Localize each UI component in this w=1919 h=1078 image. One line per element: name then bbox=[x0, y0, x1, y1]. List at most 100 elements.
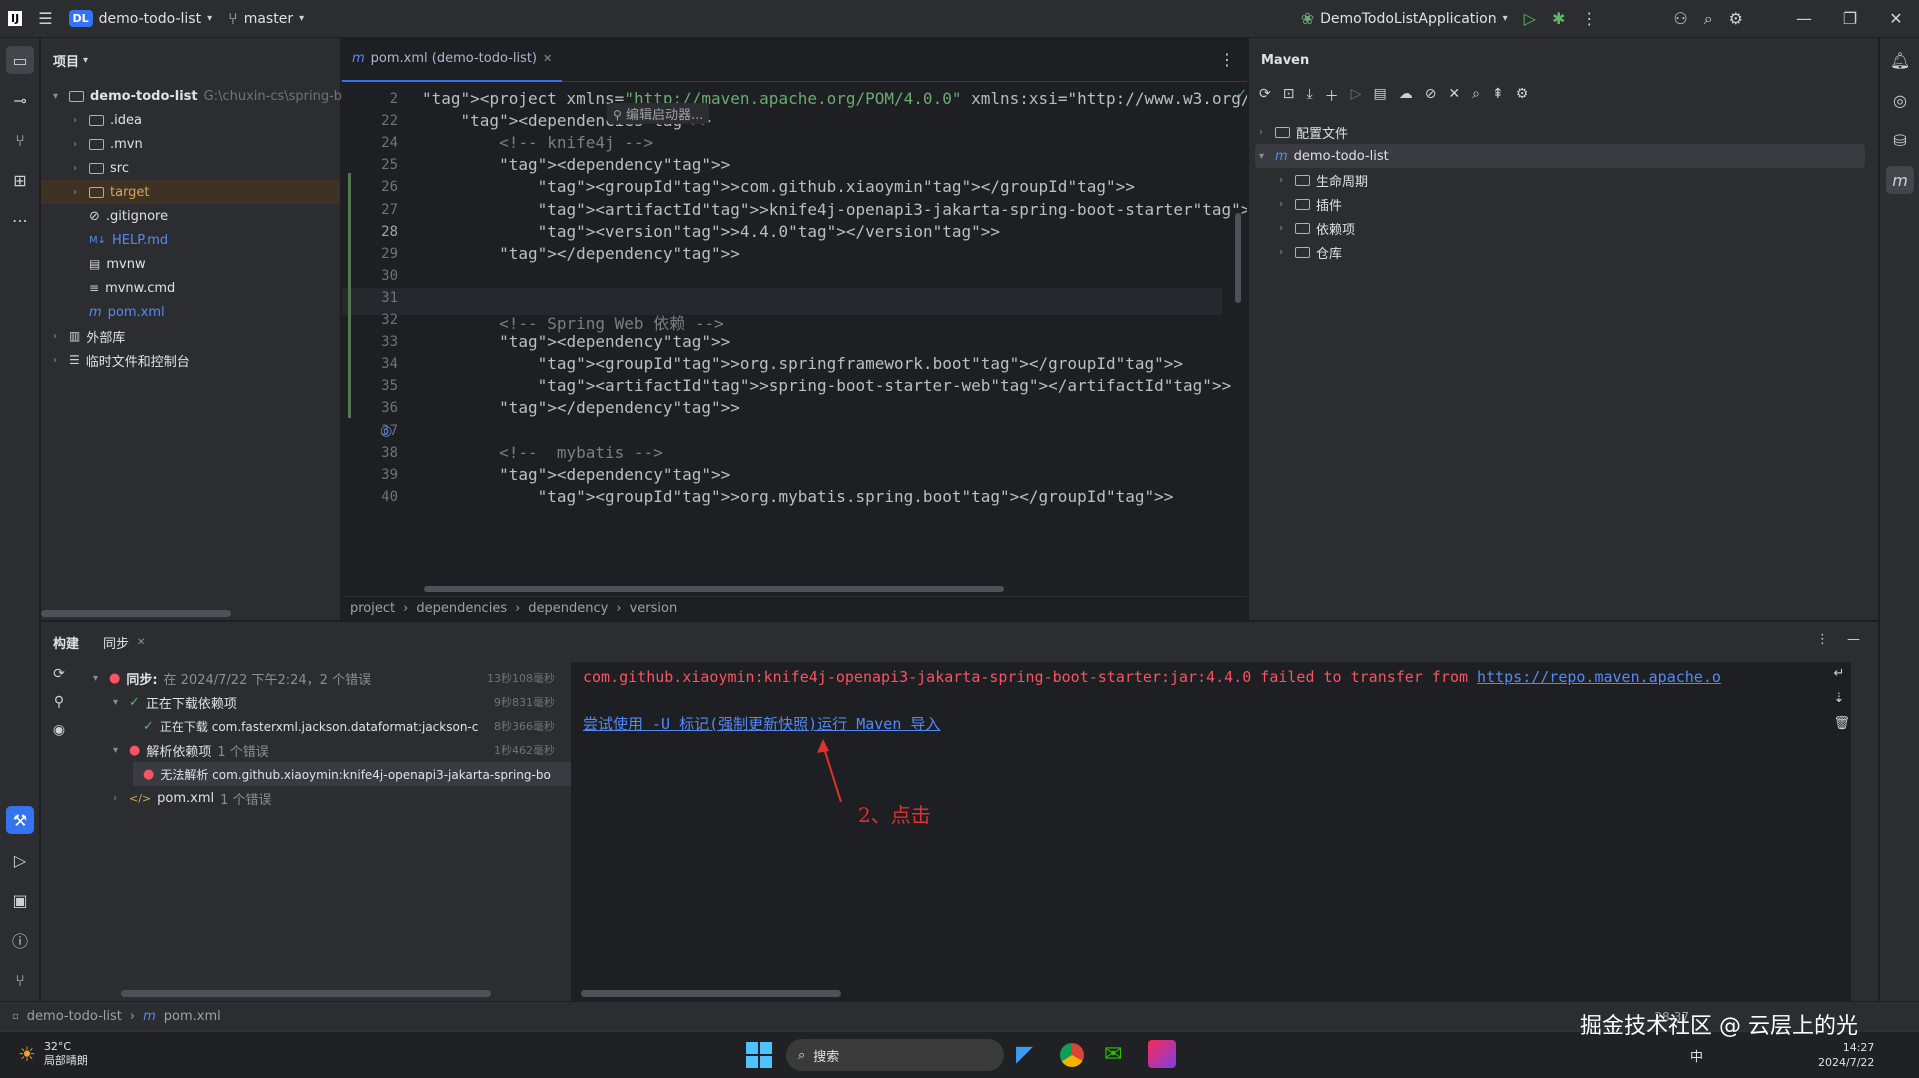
intellij-app-icon[interactable] bbox=[1148, 1040, 1176, 1068]
download-icon[interactable]: ⤓ bbox=[1306, 86, 1312, 106]
line-number[interactable]: 37 bbox=[342, 423, 398, 439]
line-number[interactable]: 36 bbox=[342, 400, 398, 416]
tree-item-external-libraries[interactable]: › ▥ 外部库 bbox=[53, 324, 125, 348]
show-dependencies-icon[interactable]: ⌕ bbox=[1472, 86, 1480, 106]
tree-item-help-md[interactable]: M↓ HELP.md bbox=[89, 228, 168, 252]
tree-item-scratches[interactable]: › ☰ 临时文件和控制台 bbox=[53, 348, 190, 372]
inlay-hint[interactable]: ⚲ 编辑启动器... bbox=[607, 103, 710, 124]
horizontal-scrollbar[interactable] bbox=[581, 990, 841, 997]
offline-mode-icon[interactable]: ☁ bbox=[1399, 86, 1413, 106]
search-everywhere-button[interactable]: ⌕ bbox=[1696, 9, 1721, 29]
app-logo[interactable]: IJ bbox=[0, 11, 30, 26]
maven-tool-icon[interactable]: m bbox=[1886, 166, 1914, 194]
breadcrumb-item[interactable]: version bbox=[630, 601, 678, 616]
build-error-row[interactable]: ● 无法解析 com.github.xiaoymin:knife4j-opena… bbox=[133, 762, 571, 786]
horizontal-scrollbar[interactable] bbox=[41, 610, 231, 617]
status-project[interactable]: demo-todo-list bbox=[27, 1009, 122, 1024]
weather-widget[interactable]: ☀ 32°C 局部晴朗 bbox=[18, 1040, 88, 1068]
vscode-app-icon[interactable]: ◤ bbox=[1016, 1042, 1033, 1067]
tab-sync[interactable]: 同步 ✕ bbox=[103, 633, 145, 652]
pin-icon[interactable]: ⚲ bbox=[54, 694, 64, 710]
console-url-link[interactable]: https://repo.maven.apache.o bbox=[1477, 668, 1721, 686]
build-console[interactable]: com.github.xiaoymin:knife4j-openapi3-jak… bbox=[571, 662, 1851, 1002]
status-file[interactable]: pom.xml bbox=[164, 1009, 221, 1024]
project-selector[interactable]: DL demo-todo-list ▾ bbox=[61, 10, 221, 27]
tab-pom-xml[interactable]: m pom.xml (demo-todo-list) ✕ bbox=[342, 38, 563, 82]
tree-root[interactable]: ▾ demo-todo-list G:\chuxin-cs\spring-b bbox=[53, 84, 342, 108]
maven-settings-icon[interactable]: ⚙ bbox=[1516, 86, 1529, 106]
close-window-button[interactable]: ✕ bbox=[1873, 9, 1919, 28]
line-number[interactable]: 33 bbox=[342, 334, 398, 350]
breadcrumb-item[interactable]: dependency bbox=[528, 601, 608, 616]
tree-item-mvnw[interactable]: ▤ mvnw bbox=[89, 252, 146, 276]
breadcrumb-item[interactable]: dependencies bbox=[416, 601, 507, 616]
minimize-icon[interactable]: — bbox=[1847, 632, 1860, 647]
start-button[interactable] bbox=[746, 1042, 772, 1068]
line-number[interactable]: 27 bbox=[342, 202, 398, 218]
trash-icon[interactable]: 🗑︎ bbox=[1833, 716, 1850, 731]
tree-item-pom-xml[interactable]: m pom.xml bbox=[89, 300, 165, 324]
line-number[interactable]: 22 bbox=[342, 113, 398, 129]
build-download-row[interactable]: ▾ ✓ 正在下载依赖项 9秒831毫秒 bbox=[113, 690, 569, 714]
breadcrumb-item[interactable]: project bbox=[350, 601, 395, 616]
horizontal-scrollbar[interactable] bbox=[121, 990, 491, 997]
main-menu-icon[interactable]: ☰ bbox=[30, 9, 60, 28]
skip-tests-icon[interactable]: ⊘ bbox=[1425, 86, 1437, 106]
scroll-to-end-icon[interactable]: ⇣ bbox=[1833, 691, 1850, 706]
build-tool-icon[interactable]: ⚒ bbox=[6, 806, 34, 834]
line-number[interactable]: 40 bbox=[342, 489, 398, 505]
chrome-app-icon[interactable] bbox=[1060, 1043, 1084, 1067]
problems-tool-icon[interactable]: ⓘ bbox=[6, 926, 34, 954]
console-reimport-link[interactable]: 尝试使用 -U 标记(强制更新快照)运行 Maven 导入 bbox=[583, 713, 940, 734]
horizontal-scrollbar[interactable] bbox=[424, 586, 1004, 592]
settings-button[interactable]: ⚙ bbox=[1721, 9, 1751, 28]
line-number[interactable]: 24 bbox=[342, 135, 398, 151]
soft-wrap-icon[interactable]: ↵ bbox=[1833, 666, 1850, 681]
tab-build[interactable]: 构建 bbox=[53, 633, 79, 652]
line-number[interactable]: 39 bbox=[342, 467, 398, 483]
tree-item-gitignore[interactable]: ⊘ .gitignore bbox=[89, 204, 168, 228]
git-tool-icon[interactable]: ⑂ bbox=[6, 966, 34, 994]
debug-button[interactable]: ✱ bbox=[1544, 9, 1573, 28]
maven-profiles[interactable]: › 配置文件 bbox=[1259, 120, 1348, 144]
commit-tool-icon[interactable]: ⊸ bbox=[6, 86, 34, 114]
maven-repositories[interactable]: › 仓库 bbox=[1279, 240, 1342, 264]
more-vertical-icon[interactable]: ⋮ bbox=[1816, 632, 1829, 647]
input-language[interactable]: 中 bbox=[1690, 1046, 1703, 1065]
database-icon[interactable]: ⛁ bbox=[1886, 126, 1914, 154]
project-panel-header[interactable]: 项目 ▾ bbox=[41, 38, 340, 82]
more-tools-icon[interactable]: ⋯ bbox=[6, 206, 34, 234]
run-maven-icon[interactable]: ▷ bbox=[1351, 86, 1362, 106]
reload-icon[interactable]: ⟳ bbox=[1259, 86, 1271, 106]
sync-icon[interactable]: ⟳ bbox=[53, 666, 65, 682]
structure-tool-icon[interactable]: ⊞ bbox=[6, 166, 34, 194]
wechat-app-icon[interactable]: ✉ bbox=[1104, 1042, 1122, 1067]
line-number[interactable]: 32 bbox=[342, 312, 398, 328]
code-with-me-button[interactable]: ⚇ bbox=[1665, 9, 1695, 28]
branch-selector[interactable]: ⑂ master ▾ bbox=[220, 9, 312, 28]
execute-goal-icon[interactable]: ▤ bbox=[1373, 86, 1386, 106]
line-number[interactable]: 34 bbox=[342, 356, 398, 372]
collapse-all-icon[interactable]: ⇞ bbox=[1492, 86, 1504, 106]
line-number[interactable]: 38 bbox=[342, 445, 398, 461]
tree-item-src[interactable]: › src bbox=[73, 156, 129, 180]
code-area[interactable]: ◎ 2 "tag"><project xmlns="http://maven.ap… bbox=[342, 83, 1247, 588]
notifications-icon[interactable]: 🔔︎ bbox=[1886, 46, 1914, 74]
line-number[interactable]: 35 bbox=[342, 378, 398, 394]
project-tool-icon[interactable]: ▭ bbox=[6, 46, 34, 74]
build-sync-row[interactable]: ▾ ● 同步: 在 2024/7/22 下午2:24，2 个错误 13秒108毫… bbox=[93, 666, 569, 690]
maven-lifecycle[interactable]: › 生命周期 bbox=[1279, 168, 1368, 192]
minimize-button[interactable]: — bbox=[1781, 9, 1827, 28]
build-pom-row[interactable]: › </> pom.xml 1 个错误 bbox=[113, 786, 272, 810]
line-number[interactable]: 28 bbox=[342, 224, 398, 240]
close-icon[interactable]: ✕ bbox=[137, 637, 145, 648]
build-download-item-row[interactable]: ✓ 正在下载 com.fasterxml.jackson.dataformat:… bbox=[143, 714, 569, 738]
line-number[interactable]: 30 bbox=[342, 268, 398, 284]
vertical-scrollbar[interactable] bbox=[1235, 213, 1241, 303]
collapse-icon[interactable]: ✕ bbox=[1448, 86, 1460, 106]
maven-dependencies[interactable]: › 依赖项 bbox=[1279, 216, 1355, 240]
ai-assistant-icon[interactable]: ◎ bbox=[1886, 86, 1914, 114]
tree-item-idea[interactable]: › .idea bbox=[73, 108, 142, 132]
pull-requests-icon[interactable]: ⑂ bbox=[6, 126, 34, 154]
services-tool-icon[interactable]: ▷ bbox=[6, 846, 34, 874]
